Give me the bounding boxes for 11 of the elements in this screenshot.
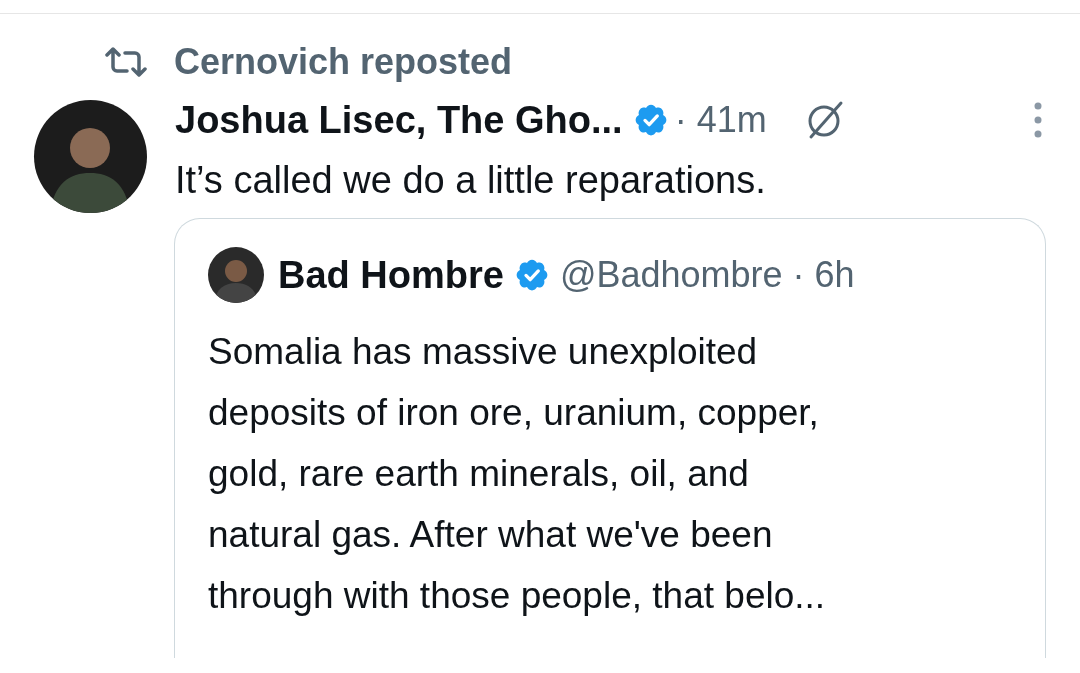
repost-label[interactable]: Cernovich reposted (174, 44, 513, 80)
repost-icon (104, 47, 148, 77)
quote-author-name[interactable]: Bad Hombre (278, 256, 504, 294)
quote-avatar[interactable] (208, 247, 264, 303)
quote-text: Somalia has massive unexploited deposits of iron ore, uranium, copper, gold, rare earth minerals, oil, and natural gas. After what we've been through with those people, that belo... (208, 330, 827, 618)
quote-handle-time[interactable]: @Badhombre · 6h (559, 257, 855, 293)
quote-card[interactable] (174, 218, 1046, 658)
post-text: It’s called we do a little reparations. (175, 158, 767, 203)
post-time[interactable]: · 41m (674, 102, 767, 138)
more-icon[interactable] (1032, 100, 1044, 140)
author-name[interactable]: Joshua Lisec, The Gho... (175, 101, 623, 139)
